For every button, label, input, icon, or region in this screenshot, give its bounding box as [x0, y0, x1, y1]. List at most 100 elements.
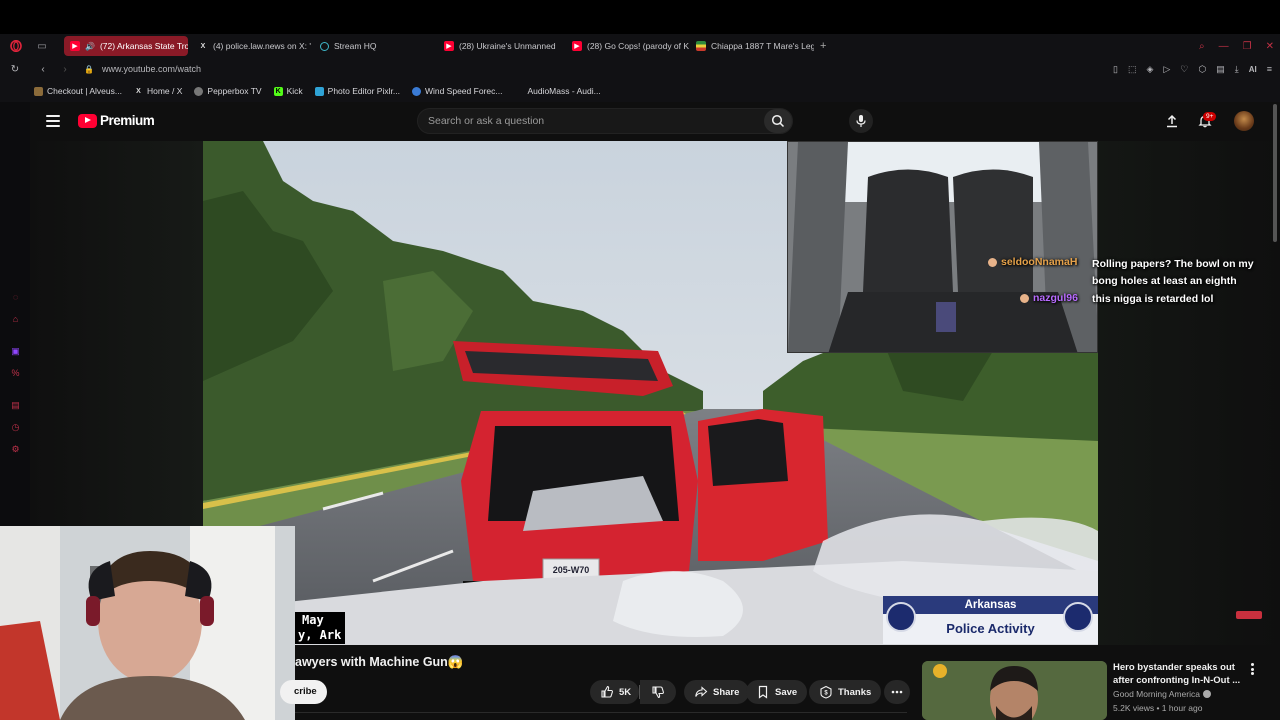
save-label: Save	[775, 686, 798, 698]
video-title: awyers with Machine Gun😱	[295, 655, 464, 669]
save-button[interactable]: Save	[746, 680, 808, 704]
more-vertical-icon[interactable]	[1246, 662, 1258, 676]
bookmark-item[interactable]: Photo Editor Pixlr...	[314, 86, 400, 96]
tab-3[interactable]: ▶ (28) Ukraine's Unmanned	[438, 36, 566, 56]
percent-icon[interactable]: %	[10, 368, 21, 379]
thanks-icon: $	[820, 685, 832, 699]
alveus-icon	[34, 86, 43, 96]
thumbs-down-icon	[652, 686, 664, 699]
page-scrollbar[interactable]	[1272, 102, 1278, 720]
account-avatar[interactable]	[1234, 111, 1254, 131]
extensions-icon[interactable]: ⬡	[1198, 64, 1206, 75]
search-icon	[771, 114, 785, 128]
bookmark-label: Wind Speed Forec...	[424, 86, 503, 96]
bookmark-item[interactable]: K Kick	[273, 86, 303, 96]
new-tab-button[interactable]: +	[820, 40, 826, 52]
more-actions-button[interactable]	[884, 680, 910, 704]
bookmark-item[interactable]: AudioMass - Audi...	[514, 86, 600, 96]
aria-icon[interactable]: ◌	[10, 292, 21, 303]
close-icon[interactable]: ✕	[1266, 41, 1274, 52]
youtube-header: Premium 9+	[30, 102, 1280, 142]
tab-label: Chiappa 1887 T Mare's Leg	[711, 41, 814, 51]
url-field[interactable]: 🔒 www.youtube.com/watch	[84, 64, 201, 74]
tab-4[interactable]: ▶ (28) Go Cops! (parody of K	[566, 36, 690, 56]
bookmark-label: Pepperbox TV	[207, 86, 262, 96]
youtube-icon: ▶	[572, 41, 582, 51]
back-icon[interactable]: ‹	[32, 64, 54, 75]
chat-badge-icon	[988, 258, 997, 267]
tab-islands-icon[interactable]: ▭	[32, 41, 52, 52]
brand-label: Premium	[100, 113, 155, 128]
tab-label: (28) Go Cops! (parody of K	[587, 41, 690, 51]
youtube-logo[interactable]: Premium	[78, 113, 155, 128]
reload-icon[interactable]: ↻	[4, 64, 26, 75]
x-icon: X	[136, 87, 141, 95]
opera-logo-icon[interactable]	[0, 34, 32, 58]
share-label: Share	[713, 686, 740, 698]
voice-search-button[interactable]	[849, 109, 873, 133]
crypto-icon[interactable]: ⌂	[10, 314, 21, 325]
bookmark-label: Home / X	[146, 86, 183, 96]
state-seal-icon	[1063, 602, 1093, 632]
webcam-scene	[0, 526, 295, 720]
recommendation-thumbnail[interactable]	[922, 661, 1107, 720]
history-icon[interactable]: ◷	[10, 422, 21, 433]
recommendation-channel[interactable]: Good Morning America	[1113, 689, 1211, 699]
bookmark-item[interactable]: Checkout | Alveus...	[34, 86, 122, 96]
dislike-button[interactable]	[640, 680, 676, 704]
like-count: 5K	[619, 686, 632, 698]
tab-label: (4) police.law.news on X: '	[213, 41, 312, 51]
thanks-button[interactable]: $ Thanks	[809, 680, 882, 704]
scrollbar-thumb[interactable]	[1273, 104, 1277, 242]
youtube-play-icon	[78, 113, 97, 128]
menu-icon[interactable]: ≡	[1267, 64, 1272, 74]
share-button[interactable]: Share	[684, 680, 750, 704]
x-icon: X	[200, 42, 206, 50]
bookmark-label: AudioMass - Audi...	[527, 86, 601, 96]
download-icon[interactable]: ⤓	[1235, 64, 1239, 75]
bookmark-label: Photo Editor Pixlr...	[327, 86, 400, 96]
tab-label: Stream HQ	[334, 41, 377, 51]
snapshot-icon[interactable]: ⬚	[1128, 64, 1137, 75]
ai-button[interactable]: AI	[1249, 65, 1257, 74]
forward-icon[interactable]: ›	[54, 64, 76, 75]
bookmark-icon	[758, 685, 768, 699]
caption-line-1: y, Ark	[298, 628, 342, 642]
search-input[interactable]	[428, 115, 728, 127]
tab-0[interactable]: ▶ 🔊 (72) Arkansas State Tro	[64, 36, 188, 56]
description-divider	[295, 712, 907, 720]
recommendation-title[interactable]: Hero bystander speaks out after confront…	[1113, 661, 1243, 687]
twitch-icon[interactable]: ▣	[10, 346, 21, 357]
bookmark-item[interactable]: Pepperbox TV	[194, 86, 262, 96]
heart-icon[interactable]: ♡	[1180, 64, 1188, 75]
rear-seat-scene	[788, 142, 1097, 352]
player-icon[interactable]: ▷	[1163, 64, 1170, 75]
bookmark-item[interactable]: Wind Speed Forec...	[411, 86, 503, 96]
settings-icon[interactable]: ⚙	[10, 444, 21, 455]
like-button[interactable]: 5K	[590, 680, 640, 704]
tab-2[interactable]: Stream HQ	[314, 36, 434, 56]
top-strip	[0, 0, 1280, 34]
channel-name: Good Morning America	[1113, 689, 1200, 699]
bookmark-icon[interactable]: ▯	[1113, 64, 1118, 75]
search-button[interactable]	[764, 109, 792, 133]
url-text: www.youtube.com/watch	[101, 64, 202, 74]
subscribe-button[interactable]: cribe	[280, 680, 327, 704]
address-bar-tools: ▯ ⬚ ◈ ▷ ♡ ⬡ ▤ ⤓ AI ≡	[1113, 58, 1272, 80]
window-controls: ⌕ — ❐ ✕	[1199, 34, 1274, 58]
speaker-icon[interactable]: 🔊	[85, 42, 95, 51]
hamburger-menu-icon[interactable]	[46, 115, 60, 127]
pinboard-icon[interactable]: ▤	[10, 400, 21, 411]
pepperbox-icon	[194, 86, 204, 96]
more-horizontal-icon	[891, 690, 903, 694]
tab-5[interactable]: Chiappa 1887 T Mare's Leg	[690, 36, 814, 56]
upload-button[interactable]	[1163, 112, 1181, 130]
maximize-icon[interactable]: ❐	[1243, 41, 1252, 52]
minimize-icon[interactable]: —	[1219, 41, 1229, 52]
wallet-icon[interactable]: ▤	[1216, 64, 1225, 75]
tab-1[interactable]: X (4) police.law.news on X: '	[192, 36, 314, 56]
shield-icon[interactable]: ◈	[1146, 64, 1153, 75]
search-tabs-icon[interactable]: ⌕	[1199, 41, 1205, 52]
flag-icon	[696, 41, 706, 51]
bookmark-item[interactable]: X Home / X	[134, 86, 182, 96]
